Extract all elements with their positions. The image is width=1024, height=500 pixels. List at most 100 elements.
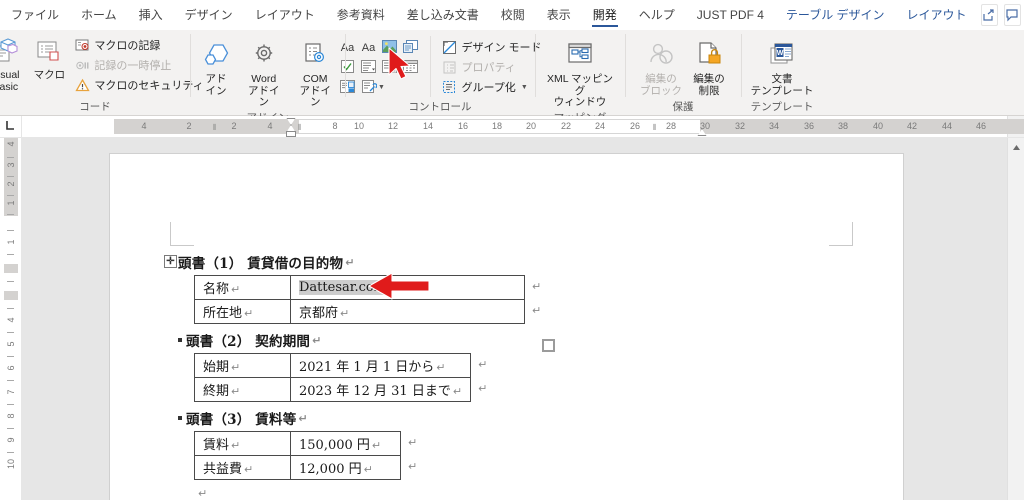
trailing-paragraph[interactable]: ↵ [196,486,893,500]
section-heading-2[interactable]: 頭書（2） 契約期間 ↵ [178,330,893,350]
addins-button[interactable]: アド イン [194,38,238,99]
tab-insert[interactable]: 挿入 [128,0,174,29]
tab-design[interactable]: デザイン [174,0,244,29]
horizontal-ruler[interactable]: 4 2 ⦀ 2 4 ⦀ 8 10 12 14 16 18 20 22 24 26… [0,116,1024,138]
cell-text: 2021 年 1 月 1 日から [299,360,435,375]
cell-value-common-fee[interactable]: 12,000 円 ↵ [290,455,401,480]
document-template-button[interactable]: W 文書 テンプレート [746,38,819,99]
tab-home[interactable]: ホーム [70,0,128,29]
vruler-text-area [4,216,18,500]
date-picker-content-control[interactable] [400,58,420,77]
cell-value-rent[interactable]: 150,000 円 ↵ [290,431,401,456]
group-label-controls: コントロール [408,101,472,113]
cell-value-end-date[interactable]: 2023 年 12 月 31 日まで ↵ [289,377,472,402]
ruler-grid-mark: ⦀ [297,123,301,132]
ruler-track[interactable]: 4 2 ⦀ 2 4 ⦀ 8 10 12 14 16 18 20 22 24 26… [22,116,1024,137]
table-row[interactable]: 賃料 ↵ 150,000 円 ↵ [194,431,401,456]
left-tab-stop-icon [5,120,16,133]
vertical-ruler[interactable]: 4 3 2 1 1 4 5 6 7 8 9 10 [0,138,22,500]
restrict-editing-button[interactable]: 編集の 制限 [687,38,731,99]
picture-content-control[interactable] [379,38,399,57]
section-heading-3[interactable]: 頭書（3） 賃料等 ↵ [178,408,893,428]
comments-button[interactable] [1003,4,1021,26]
tab-view[interactable]: 表示 [536,0,582,29]
block-authors-label: 編集の ブロック [640,73,682,97]
rich-text-content-control[interactable]: Aa [337,38,357,57]
visual-basic-button[interactable]: Visual Basic [0,34,27,95]
cell-value-name[interactable]: Dattesar.com ↵ [290,275,525,300]
cell-label-start-date[interactable]: 始期 ↵ [194,353,291,378]
paragraph-mark: ↵ [244,307,254,320]
word-addins-button[interactable]: Word アドイン [238,38,290,111]
table-1[interactable]: 名称 ↵ Dattesar.com ↵ 所在地 ↵ 京都府 ↵ [194,275,525,324]
building-block-gallery-control[interactable] [400,38,420,57]
tab-developer[interactable]: 開発 [582,0,628,29]
tab-label: テーブル デザイン [785,8,885,22]
cell-label-name[interactable]: 名称 ↵ [194,275,291,300]
vertical-scrollbar[interactable] [1007,138,1024,500]
com-addins-button[interactable]: COM アドイン [290,38,342,111]
ruler-number: 2 [186,121,192,131]
vruler-number: 1 [6,200,16,206]
combo-box-content-control[interactable] [358,58,378,77]
vruler-number: 4 [6,141,16,147]
table-3[interactable]: 賃料 ↵ 150,000 円 ↵ 共益費 ↵ 12,000 円 ↵ [194,431,401,480]
macros-button[interactable]: マクロ [27,34,71,84]
controls-grid-row: Aa Aa [337,38,420,57]
cell-value-start-date[interactable]: 2021 年 1 月 1 日から ↵ [289,353,472,378]
cell-text: 2023 年 12 月 31 日まで [299,384,451,399]
xml-mapping-pane-button[interactable]: XML マッピング ウィンドウ [539,38,621,111]
cell-value-location[interactable]: 京都府 ↵ [290,299,525,324]
table-2[interactable]: 始期 ↵ 2021 年 1 月 1 日から ↵ 終期 ↵ 2023 年 12 月 31… [194,353,472,402]
tab-just-pdf-4[interactable]: JUST PDF 4 [686,0,775,29]
ruler-number: 4 [141,121,147,131]
document-page[interactable]: ✛ 頭書（1） 賃貸借の目的物 ↵ 名称 ↵ Dattesar.com ↵ 所在地 ↵… [110,154,903,500]
plain-text-content-control[interactable]: Aa [358,38,378,57]
share-icon [982,8,996,22]
tab-file[interactable]: ファイル [0,0,70,29]
table-resize-handle[interactable] [542,339,555,352]
document-body[interactable]: ✛ 頭書（1） 賃貸借の目的物 ↵ 名称 ↵ Dattesar.com ↵ 所在地 ↵… [164,252,893,500]
ruler-number: 14 [422,121,434,131]
table-move-handle[interactable]: ✛ [164,255,177,268]
macro-security-button[interactable]: マクロのセキュリティ [71,75,206,95]
cell-text: 共益費 [203,462,243,477]
tab-table-layout[interactable]: レイアウト [896,0,978,29]
ruler-number: 30 [699,121,711,131]
ruler-number: 12 [387,121,399,131]
legacy-tools-button[interactable]: ▼ [358,78,388,97]
table-row[interactable]: 名称 ↵ Dattesar.com ↵ [194,275,525,300]
tab-stop-selector[interactable] [0,116,22,137]
share-button[interactable] [980,4,998,26]
group-icon [441,79,457,95]
table-row[interactable]: 共益費 ↵ 12,000 円 ↵ [194,455,401,480]
visual-basic-label: Visual Basic [0,69,20,93]
design-mode-button[interactable]: デザイン モード [438,37,544,57]
tab-label: ホーム [81,8,117,22]
tab-references[interactable]: 参考資料 [326,0,396,29]
chevron-down-icon: ▼ [378,84,385,91]
scroll-up-button[interactable] [1008,138,1024,155]
paragraph-mark: ↵ [436,361,446,374]
tab-mailings[interactable]: 差し込み文書 [396,0,490,29]
table-row[interactable]: 終期 ↵ 2023 年 12 月 31 日まで ↵ [194,377,472,402]
section-heading-1[interactable]: ✛ 頭書（1） 賃貸借の目的物 ↵ [164,252,893,272]
drop-down-list-content-control[interactable] [379,58,399,77]
cell-label-end-date[interactable]: 終期 ↵ [194,377,291,402]
tab-help[interactable]: ヘルプ [628,0,686,29]
group-button[interactable]: グループ化 ▼ [438,77,544,97]
tab-review[interactable]: 校閲 [490,0,536,29]
check-box-content-control[interactable] [337,58,357,77]
table-row[interactable]: 始期 ↵ 2021 年 1 月 1 日から ↵ [194,353,472,378]
tab-table-design[interactable]: テーブル デザイン [775,0,896,29]
left-indent-marker[interactable] [286,131,296,137]
table-row[interactable]: 所在地 ↵ 京都府 ↵ [194,299,525,324]
cell-label-rent[interactable]: 賃料 ↵ [194,431,291,456]
document-canvas[interactable]: ✛ 頭書（1） 賃貸借の目的物 ↵ 名称 ↵ Dattesar.com ↵ 所在地 ↵… [22,138,1007,500]
cell-label-common-fee[interactable]: 共益費 ↵ [194,455,291,480]
vruler-number: 8 [6,413,16,419]
repeating-section-content-control[interactable] [337,78,357,97]
cell-label-location[interactable]: 所在地 ↵ [194,299,291,324]
tab-layout[interactable]: レイアウト [244,0,326,29]
record-macro-button[interactable]: マクロの記録 [71,35,206,55]
